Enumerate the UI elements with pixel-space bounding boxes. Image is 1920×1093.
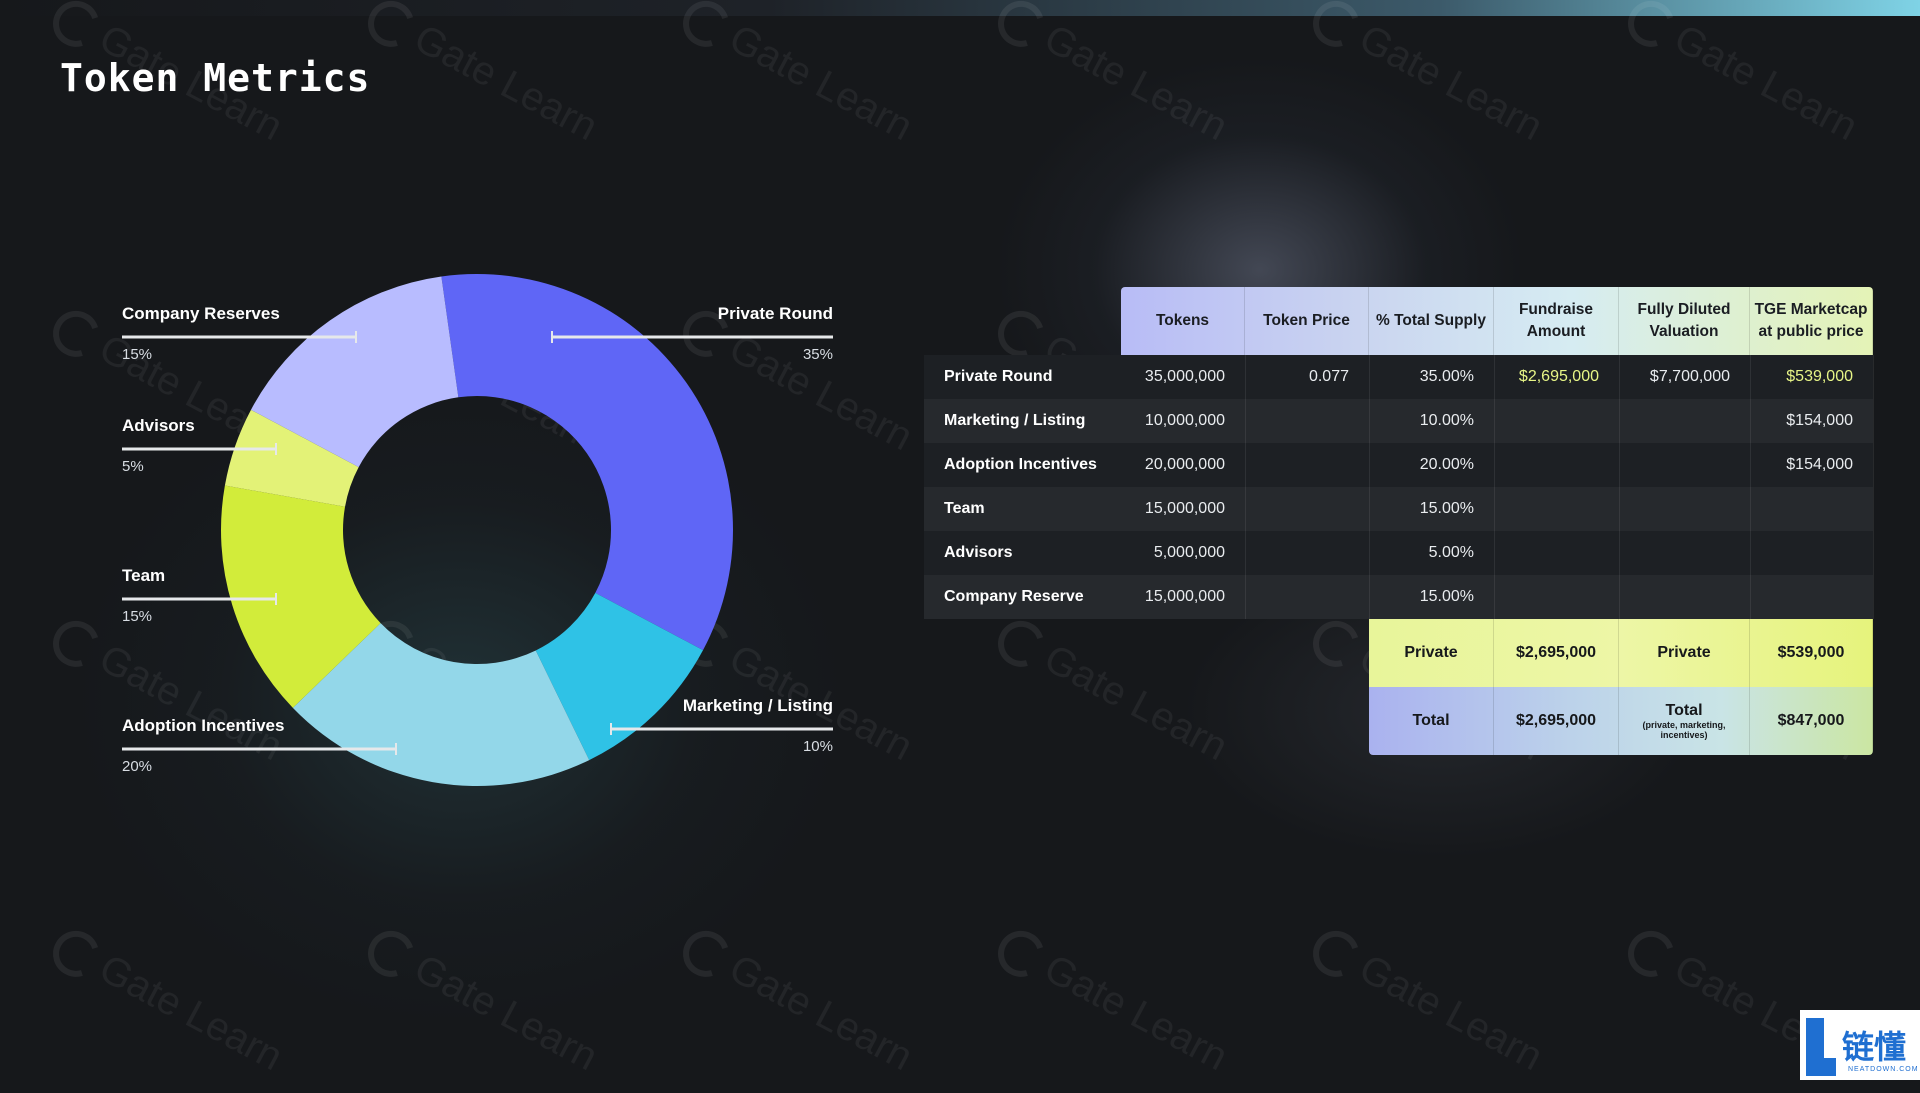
watermark-text: Gate Learn	[1037, 946, 1235, 1080]
cell-supply: 20.00%	[1419, 456, 1474, 473]
cell-price	[1245, 399, 1369, 443]
logo-text: 链懂	[1842, 1028, 1907, 1066]
logo-subtext: NEATDOWN.COM	[1848, 1066, 1919, 1073]
summary-fundraise: $2,695,000	[1494, 619, 1619, 687]
cell-tge: $154,000	[1786, 456, 1853, 473]
cell-fundraise	[1494, 487, 1619, 531]
cell-tokens: 35,000,000	[1144, 368, 1225, 385]
column-divider	[1750, 355, 1751, 619]
watermark-text: Gate Learn	[1352, 946, 1550, 1080]
summary-label: Private	[1369, 619, 1494, 687]
column-divider	[1369, 355, 1370, 619]
summary-fdv-note: (private, marketing, incentives)	[1642, 720, 1726, 740]
cell-fdv	[1619, 531, 1750, 575]
cell-price	[1245, 443, 1369, 487]
watermark: Gate Learn	[984, 612, 1235, 769]
cell-supply: 5.00%	[1428, 544, 1474, 561]
summary-tge: $847,000	[1750, 687, 1873, 755]
cell-tokens: 15,000,000	[1144, 588, 1225, 605]
column-header-fundraise: Fundraise Amount	[1494, 287, 1619, 355]
cell-tokens: 20,000,000	[1144, 456, 1225, 473]
summary-fdv-title: Private	[1657, 644, 1711, 661]
cell-fundraise	[1494, 399, 1619, 443]
column-header-tge: TGE Marketcap at public price	[1750, 287, 1873, 355]
cell-price	[1245, 531, 1369, 575]
cell-fundraise	[1494, 443, 1619, 487]
cell-fdv	[1619, 487, 1750, 531]
cell-fundraise	[1494, 531, 1619, 575]
column-divider	[1494, 355, 1495, 619]
column-divider	[1619, 355, 1620, 619]
summary-fdv-label: Private	[1619, 619, 1750, 687]
watermark-text: Gate Learn	[1667, 16, 1865, 150]
cell-fdv: $7,700,000	[1649, 368, 1730, 385]
cell-tokens: 10,000,000	[1144, 412, 1225, 429]
column-divider	[1873, 355, 1874, 619]
row-name: Marketing / Listing	[944, 412, 1086, 429]
column-header-price: Token Price	[1245, 287, 1369, 355]
row-name: Company Reserve	[944, 588, 1084, 605]
cell-price: 0.077	[1308, 368, 1349, 385]
column-header-supply: % Total Supply	[1369, 287, 1494, 355]
column-header-tokens: Tokens	[1121, 287, 1245, 355]
row-name: Private Round	[944, 368, 1053, 385]
cell-fundraise	[1494, 575, 1619, 619]
summary-tge: $539,000	[1750, 619, 1873, 687]
cell-tge	[1750, 575, 1873, 619]
summary-label: Total	[1369, 687, 1494, 755]
cell-supply: 15.00%	[1419, 500, 1474, 517]
watermark: Gate Learn	[984, 922, 1235, 1079]
cell-tge	[1750, 487, 1873, 531]
summary-fdv-title: Total	[1665, 702, 1703, 719]
column-divider	[1245, 355, 1246, 619]
neatdown-logo: 链懂 NEATDOWN.COM	[1800, 1010, 1920, 1080]
cell-tokens: 15,000,000	[1144, 500, 1225, 517]
cell-tge	[1750, 531, 1873, 575]
watermark: Gate Learn	[1614, 0, 1865, 149]
leader-lines	[122, 331, 833, 755]
watermark: Gate Learn	[1299, 922, 1550, 1079]
cell-fdv	[1619, 575, 1750, 619]
cell-tge: $539,000	[1786, 368, 1853, 385]
summary-fdv-label: Total (private, marketing, incentives)	[1619, 687, 1750, 755]
cell-supply: 15.00%	[1419, 588, 1474, 605]
column-header-fdv: Fully Diluted Valuation	[1619, 287, 1750, 355]
cell-supply: 35.00%	[1419, 368, 1474, 385]
cell-fundraise: $2,695,000	[1518, 368, 1599, 385]
cell-price	[1245, 575, 1369, 619]
row-name: Team	[944, 500, 985, 517]
summary-fundraise: $2,695,000	[1494, 687, 1619, 755]
cell-price	[1245, 487, 1369, 531]
cell-supply: 10.00%	[1419, 412, 1474, 429]
row-name: Adoption Incentives	[944, 456, 1097, 473]
cell-tokens: 5,000,000	[1153, 544, 1225, 561]
row-name: Advisors	[944, 544, 1013, 561]
cell-fdv	[1619, 443, 1750, 487]
logo-mark	[1806, 1058, 1836, 1076]
cell-tge: $154,000	[1786, 412, 1853, 429]
cell-fdv	[1619, 399, 1750, 443]
